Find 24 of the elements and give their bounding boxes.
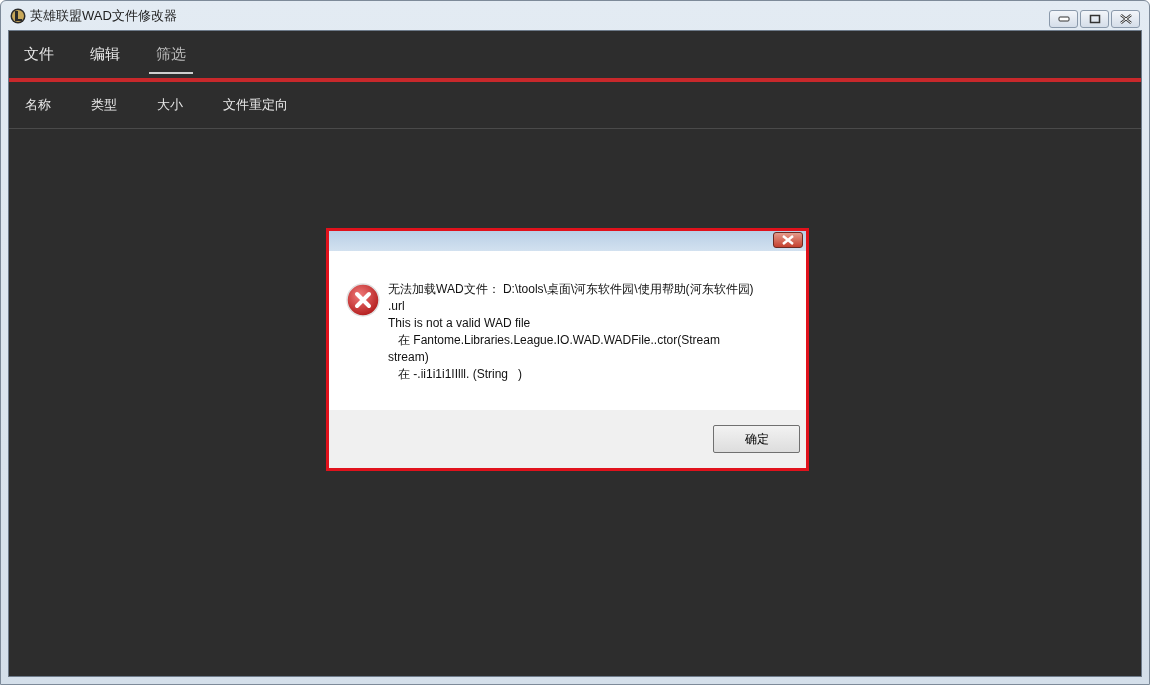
column-header[interactable]: 类型 bbox=[83, 96, 125, 114]
message-text: .url bbox=[388, 298, 406, 315]
app-icon bbox=[10, 7, 26, 24]
column-header[interactable]: 文件重定向 bbox=[215, 96, 296, 114]
message-text: stream) bbox=[388, 349, 430, 366]
window-title: 英雄联盟WAD文件修改器 bbox=[30, 6, 177, 25]
message-text: 在 Fantome.Libraries.League.IO.WAD.WADFile..ctor(Stream bbox=[397, 332, 721, 349]
column-header[interactable]: 名称 bbox=[17, 96, 59, 114]
maximize-button[interactable] bbox=[1080, 10, 1109, 28]
error-icon bbox=[346, 283, 380, 317]
message-text: 在 -.ii1i1i1IIlll. (String ) bbox=[397, 366, 524, 383]
menu-item[interactable]: 文件 bbox=[17, 35, 61, 74]
menu-item[interactable]: 编辑 bbox=[83, 35, 127, 74]
menu-item[interactable]: 筛选 bbox=[149, 35, 193, 74]
close-button[interactable] bbox=[1111, 10, 1140, 28]
column-header[interactable]: 大小 bbox=[149, 96, 191, 114]
message-text: This is not a valid WAD file bbox=[388, 315, 532, 332]
ok-button[interactable]: 确定 bbox=[713, 425, 800, 453]
maximize-icon bbox=[1088, 14, 1101, 24]
minimize-icon bbox=[1057, 16, 1070, 22]
message-text: 无法加载WAD文件： D:\tools\桌面\河东软件园\使用帮助(河东软件园) bbox=[388, 281, 754, 298]
close-icon bbox=[1118, 14, 1133, 24]
close-icon bbox=[781, 235, 795, 245]
close-button[interactable] bbox=[773, 232, 803, 248]
